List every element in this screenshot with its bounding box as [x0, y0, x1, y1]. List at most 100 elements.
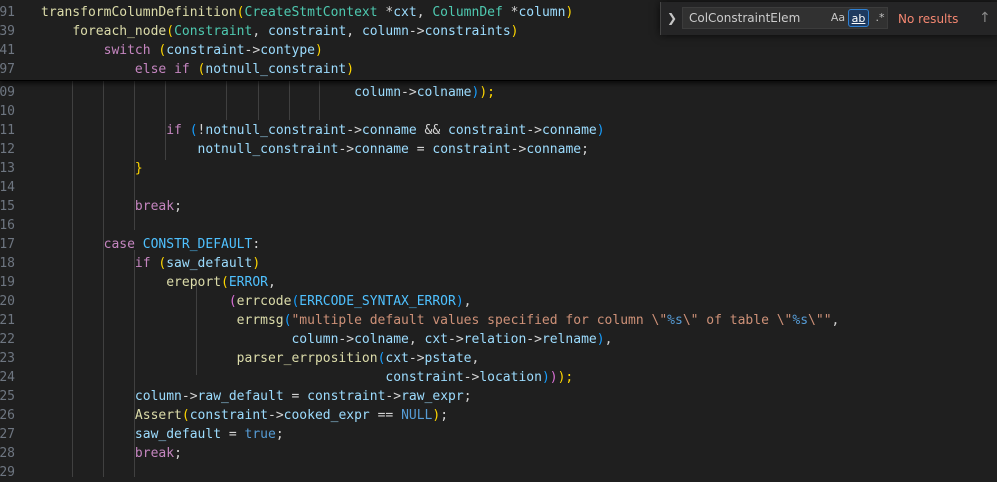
code-text[interactable]: }	[41, 159, 143, 178]
code-token: else	[134, 62, 167, 77]
code-token: constraint	[189, 408, 268, 423]
code-line[interactable]: 23 parser_errposition(cxt->pstate,	[0, 349, 997, 368]
code-line[interactable]: 18 if (saw_default)	[0, 254, 997, 273]
find-widget: ❯ ColConstraintElem Aa ab .* No results …	[660, 2, 997, 35]
arrow-up-icon[interactable]: ↑	[979, 9, 991, 27]
code-token: if	[134, 256, 151, 271]
line-number: 16	[0, 218, 15, 233]
code-line[interactable]: 09 column->colname));	[0, 83, 997, 102]
code-line[interactable]: 15 break;	[0, 197, 997, 216]
code-text[interactable]: foreach_node(Constraint, constraint, col…	[41, 22, 518, 41]
code-token: "multiple default values specified for c…	[291, 313, 668, 328]
code-text[interactable]: break;	[41, 197, 182, 216]
code-token: parser_errposition	[236, 351, 378, 366]
code-text[interactable]: ereport(ERROR,	[41, 273, 276, 292]
whole-word-button[interactable]: ab	[848, 9, 869, 27]
code-text[interactable]: constraint->location)));	[41, 368, 573, 387]
code-token: constraint	[166, 43, 245, 58]
code-line[interactable]: 20 (errcode(ERRCODE_SYNTAX_ERROR),	[0, 292, 997, 311]
code-text[interactable]: saw_default = true;	[41, 425, 284, 444]
code-token: saw_default	[166, 256, 253, 271]
code-token: CONSTR_DEFAULT	[142, 237, 253, 252]
code-text[interactable]: column->raw_default = constraint->raw_ex…	[41, 387, 472, 406]
code-line[interactable]: 10	[0, 102, 997, 121]
match-case-button[interactable]: Aa	[829, 9, 847, 27]
code-editor[interactable]: 09 column->colname)); 10 11 if (!notnull_c…	[0, 0, 997, 480]
code-text[interactable]: break;	[41, 444, 182, 463]
code-text[interactable]: switch (constraint->contype)	[41, 41, 323, 60]
code-line[interactable]: 13 }	[0, 159, 997, 178]
code-token: column	[361, 24, 409, 39]
code-token: column	[291, 332, 339, 347]
line-number: 41	[0, 43, 15, 58]
code-token: ,	[252, 24, 268, 39]
line-number: 09	[0, 85, 15, 100]
code-text[interactable]: notnull_constraint->conname = constraint…	[41, 140, 589, 159]
code-line[interactable]: 24 constraint->location)));	[0, 368, 997, 387]
code-token: )	[565, 5, 574, 20]
code-token: ->	[526, 123, 542, 138]
code-token: if	[174, 62, 190, 77]
search-input-value[interactable]: ColConstraintElem	[689, 8, 800, 29]
code-line[interactable]: 16	[0, 216, 997, 235]
code-text[interactable]: case CONSTR_DEFAULT:	[41, 235, 261, 254]
code-text[interactable]: errmsg("multiple default values specifie…	[41, 311, 840, 330]
code-token: )	[346, 62, 355, 77]
search-status: No results	[898, 12, 959, 26]
code-line[interactable]: 19 ereport(ERROR,	[0, 273, 997, 292]
code-token: ,	[831, 313, 840, 328]
code-token: (	[181, 408, 190, 423]
code-line[interactable]: 22 column->colname, cxt->relation->relna…	[0, 330, 997, 349]
code-line[interactable]: 29	[0, 463, 997, 482]
code-line[interactable]: 21 errmsg("multiple default values speci…	[0, 311, 997, 330]
code-text[interactable]: else if (notnull_constraint)	[41, 60, 354, 79]
code-token: ->	[526, 332, 542, 347]
code-text[interactable]: (errcode(ERRCODE_SYNTAX_ERROR),	[41, 292, 472, 311]
code-text[interactable]: if (saw_default)	[41, 254, 260, 273]
code-token: ->	[408, 351, 425, 366]
code-line[interactable]: 27 saw_default = true;	[0, 425, 997, 444]
code-line[interactable]: 26 Assert(constraint->cooked_expr == NUL…	[0, 406, 997, 425]
code-text[interactable]: column->colname));	[41, 83, 495, 102]
code-token: ;	[463, 389, 472, 404]
code-line[interactable]: 14	[0, 178, 997, 197]
code-text[interactable]: Assert(constraint->cooked_expr == NULL);	[41, 406, 448, 425]
code-line[interactable]: 12 notnull_constraint->conname = constra…	[0, 140, 997, 159]
chevron-right-icon[interactable]: ❯	[665, 10, 679, 26]
line-number: 26	[0, 408, 15, 423]
code-token: ,	[408, 332, 425, 347]
code-text[interactable]: if (!notnull_constraint->conname && cons…	[41, 121, 604, 140]
code-line[interactable]: 28 break;	[0, 444, 997, 463]
code-token: CreateStmtContext	[244, 5, 378, 20]
code-token: conname	[541, 123, 597, 138]
line-number: 28	[0, 446, 15, 461]
code-text[interactable]: parser_errposition(cxt->pstate,	[41, 349, 480, 368]
line-number: 23	[0, 351, 15, 366]
code-text[interactable]: transformColumnDefinition(CreateStmtCont…	[41, 3, 573, 22]
line-number: 39	[0, 24, 15, 39]
code-token: ;	[174, 446, 182, 461]
code-line[interactable]: 41 switch (constraint->contype)	[0, 41, 997, 60]
code-token: foreach_node	[72, 24, 167, 39]
code-token: if	[166, 123, 182, 138]
code-token: column	[518, 5, 566, 20]
code-line[interactable]: 25 column->raw_default = constraint->raw…	[0, 387, 997, 406]
code-token: %s	[667, 313, 683, 328]
code-line[interactable]: 97 else if (notnull_constraint)	[0, 60, 997, 79]
code-token: ->	[463, 370, 480, 385]
code-token: ->	[338, 142, 355, 157]
code-line[interactable]: 17 case CONSTR_DEFAULT:	[0, 235, 997, 254]
code-token: )	[510, 24, 519, 39]
code-token: (	[189, 123, 198, 138]
code-token: constraint	[432, 142, 511, 157]
code-token: contype	[260, 43, 315, 58]
code-token: *	[502, 5, 519, 20]
code-text[interactable]: column->colname, cxt->relation->relname)…	[41, 330, 612, 349]
regex-button[interactable]: .*	[872, 9, 888, 27]
code-line[interactable]: 11 if (!notnull_constraint->conname && c…	[0, 121, 997, 140]
